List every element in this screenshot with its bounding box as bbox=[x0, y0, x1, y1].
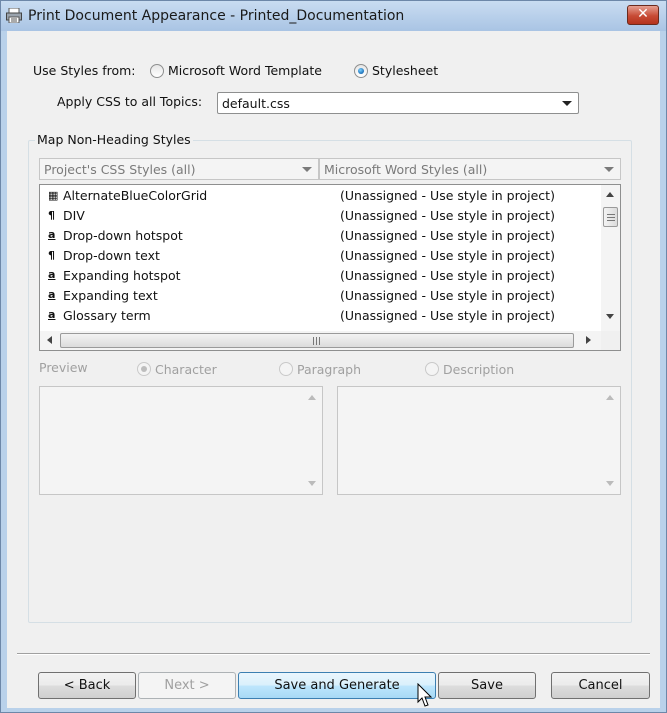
list-item[interactable]: a Expanding hotspot (Unassigned - Use styl… bbox=[40, 266, 600, 286]
list-item[interactable]: ▦ AlternateBlueColorGrid (Unassigned - Use… bbox=[40, 186, 600, 206]
radio-description[interactable] bbox=[425, 362, 439, 376]
mapping-status: (Unassigned - Use style in project) bbox=[340, 188, 555, 203]
scrollbar-corner bbox=[601, 331, 620, 350]
scroll-up-icon[interactable] bbox=[606, 192, 614, 197]
close-icon: ✕ bbox=[637, 6, 649, 22]
list-item[interactable]: ¶ Drop-down text (Unassigned - Use style i… bbox=[40, 246, 600, 266]
style-name: Drop-down text bbox=[63, 248, 160, 263]
word-styles-filter-dropdown[interactable]: Microsoft Word Styles (all) bbox=[319, 158, 621, 180]
vertical-scrollbar[interactable] bbox=[601, 185, 620, 331]
mapping-status: (Unassigned - Use style in project) bbox=[340, 208, 555, 223]
word-styles-filter-value: Microsoft Word Styles (all) bbox=[324, 162, 488, 177]
radio-word-template[interactable] bbox=[150, 64, 164, 78]
back-button[interactable]: < Back bbox=[38, 672, 136, 699]
printer-icon bbox=[6, 8, 22, 23]
css-file-value: default.css bbox=[222, 96, 290, 111]
table-style-icon: ▦ bbox=[48, 189, 59, 202]
style-name: Expanding text bbox=[63, 288, 158, 303]
css-styles-filter-dropdown[interactable]: Project's CSS Styles (all) bbox=[39, 158, 319, 180]
cancel-button[interactable]: Cancel bbox=[551, 672, 650, 699]
preview-label: Preview bbox=[39, 360, 88, 375]
scrollbar-thumb-horizontal[interactable] bbox=[60, 333, 574, 348]
dialog-window: Print Document Appearance - Printed_Docu… bbox=[0, 0, 667, 713]
character-style-icon: a bbox=[48, 288, 56, 301]
scroll-up-icon bbox=[606, 395, 614, 400]
footer-separator bbox=[17, 653, 650, 655]
mouse-cursor-icon bbox=[417, 683, 433, 707]
map-styles-group-label: Map Non-Heading Styles bbox=[35, 132, 193, 147]
scroll-down-icon bbox=[606, 481, 614, 486]
window-title: Print Document Appearance - Printed_Docu… bbox=[28, 8, 405, 24]
preview-pane-left bbox=[39, 386, 323, 495]
mapping-status: (Unassigned - Use style in project) bbox=[340, 308, 555, 323]
css-styles-filter-value: Project's CSS Styles (all) bbox=[44, 162, 196, 177]
scroll-down-icon bbox=[308, 481, 316, 486]
radio-stylesheet-label[interactable]: Stylesheet bbox=[372, 63, 438, 78]
scrollbar-thumb[interactable] bbox=[603, 207, 618, 227]
style-name: Glossary term bbox=[63, 308, 151, 323]
radio-word-template-label[interactable]: Microsoft Word Template bbox=[168, 63, 322, 78]
apply-css-label: Apply CSS to all Topics: bbox=[57, 94, 203, 109]
scroll-up-icon bbox=[308, 395, 316, 400]
css-file-dropdown[interactable]: default.css bbox=[217, 92, 579, 114]
radio-description-label[interactable]: Description bbox=[443, 362, 514, 377]
title-bar[interactable]: Print Document Appearance - Printed_Docu… bbox=[1, 1, 666, 31]
style-mapping-list[interactable]: ▦ AlternateBlueColorGrid (Unassigned - Use… bbox=[39, 184, 621, 351]
list-item[interactable]: a Drop-down hotspot (Unassigned - Use styl… bbox=[40, 226, 600, 246]
radio-paragraph-label[interactable]: Paragraph bbox=[297, 362, 361, 377]
paragraph-style-icon: ¶ bbox=[48, 209, 55, 222]
mapping-status: (Unassigned - Use style in project) bbox=[340, 248, 555, 263]
style-name: DIV bbox=[63, 208, 85, 223]
chevron-down-icon bbox=[562, 101, 572, 106]
mapping-status: (Unassigned - Use style in project) bbox=[340, 268, 555, 283]
chevron-down-icon bbox=[302, 167, 312, 172]
save-and-generate-button[interactable]: Save and Generate bbox=[238, 672, 436, 699]
radio-stylesheet[interactable] bbox=[354, 64, 368, 78]
use-styles-label: Use Styles from: bbox=[33, 63, 136, 78]
style-name: Drop-down hotspot bbox=[63, 228, 183, 243]
close-button[interactable]: ✕ bbox=[627, 5, 659, 25]
radio-character[interactable] bbox=[137, 362, 151, 376]
list-item[interactable]: a Expanding text (Unassigned - Use style i… bbox=[40, 286, 600, 306]
list-item[interactable]: ¶ DIV (Unassigned - Use style in project) bbox=[40, 206, 600, 226]
scroll-down-icon[interactable] bbox=[606, 314, 614, 319]
preview-pane-right bbox=[337, 386, 621, 495]
dialog-body: Use Styles from: Microsoft Word Template… bbox=[7, 31, 660, 708]
list-item[interactable]: a Glossary term (Unassigned - Use style in… bbox=[40, 306, 600, 326]
character-style-icon: a bbox=[48, 308, 56, 321]
next-button[interactable]: Next > bbox=[138, 672, 236, 699]
chevron-down-icon bbox=[604, 167, 614, 172]
save-button[interactable]: Save bbox=[438, 672, 536, 699]
horizontal-scrollbar[interactable] bbox=[40, 331, 601, 350]
paragraph-style-icon: ¶ bbox=[48, 249, 55, 262]
scroll-right-icon[interactable] bbox=[586, 336, 591, 344]
mapping-status: (Unassigned - Use style in project) bbox=[340, 288, 555, 303]
radio-character-label[interactable]: Character bbox=[155, 362, 217, 377]
scroll-left-icon[interactable] bbox=[47, 336, 52, 344]
character-style-icon: a bbox=[48, 228, 56, 241]
mapping-status: (Unassigned - Use style in project) bbox=[340, 228, 555, 243]
style-name: AlternateBlueColorGrid bbox=[63, 188, 208, 203]
radio-paragraph[interactable] bbox=[279, 362, 293, 376]
style-name: Expanding hotspot bbox=[63, 268, 181, 283]
character-style-icon: a bbox=[48, 268, 56, 281]
